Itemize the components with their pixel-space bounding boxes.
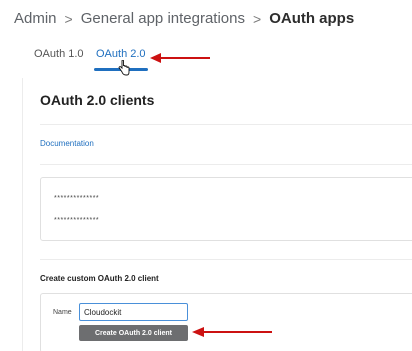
name-input[interactable] <box>79 303 188 321</box>
divider <box>40 164 412 165</box>
breadcrumb-separator-icon: > <box>64 10 73 27</box>
tab-oauth-2-0[interactable]: OAuth 2.0 <box>96 48 146 60</box>
client-secret-masked: ************** <box>54 217 100 224</box>
hand-pointer-icon <box>118 59 130 79</box>
red-arrow-annotation-icon <box>192 326 272 338</box>
create-client-form: Name Create OAuth 2.0 client <box>40 293 412 351</box>
client-secret-masked: ************** <box>54 195 100 202</box>
divider <box>40 259 412 260</box>
breadcrumb-general-app-integrations[interactable]: General app integrations <box>81 10 245 27</box>
divider <box>40 124 412 125</box>
breadcrumb-admin[interactable]: Admin <box>14 10 57 27</box>
page-title: OAuth 2.0 clients <box>40 92 155 108</box>
create-client-section-title: Create custom OAuth 2.0 client <box>40 274 159 283</box>
client-credentials-box: ************** ************** <box>40 177 412 241</box>
breadcrumb-separator-icon: > <box>253 10 262 27</box>
breadcrumb-oauth-apps: OAuth apps <box>269 10 355 27</box>
breadcrumb: Admin > General app integrations > OAuth… <box>14 10 354 27</box>
tab-oauth-1-0[interactable]: OAuth 1.0 <box>34 48 84 60</box>
documentation-link[interactable]: Documentation <box>40 139 94 148</box>
name-field-label: Name <box>53 309 72 316</box>
create-oauth-client-button[interactable]: Create OAuth 2.0 client <box>79 325 188 341</box>
red-arrow-annotation-icon <box>150 52 210 64</box>
